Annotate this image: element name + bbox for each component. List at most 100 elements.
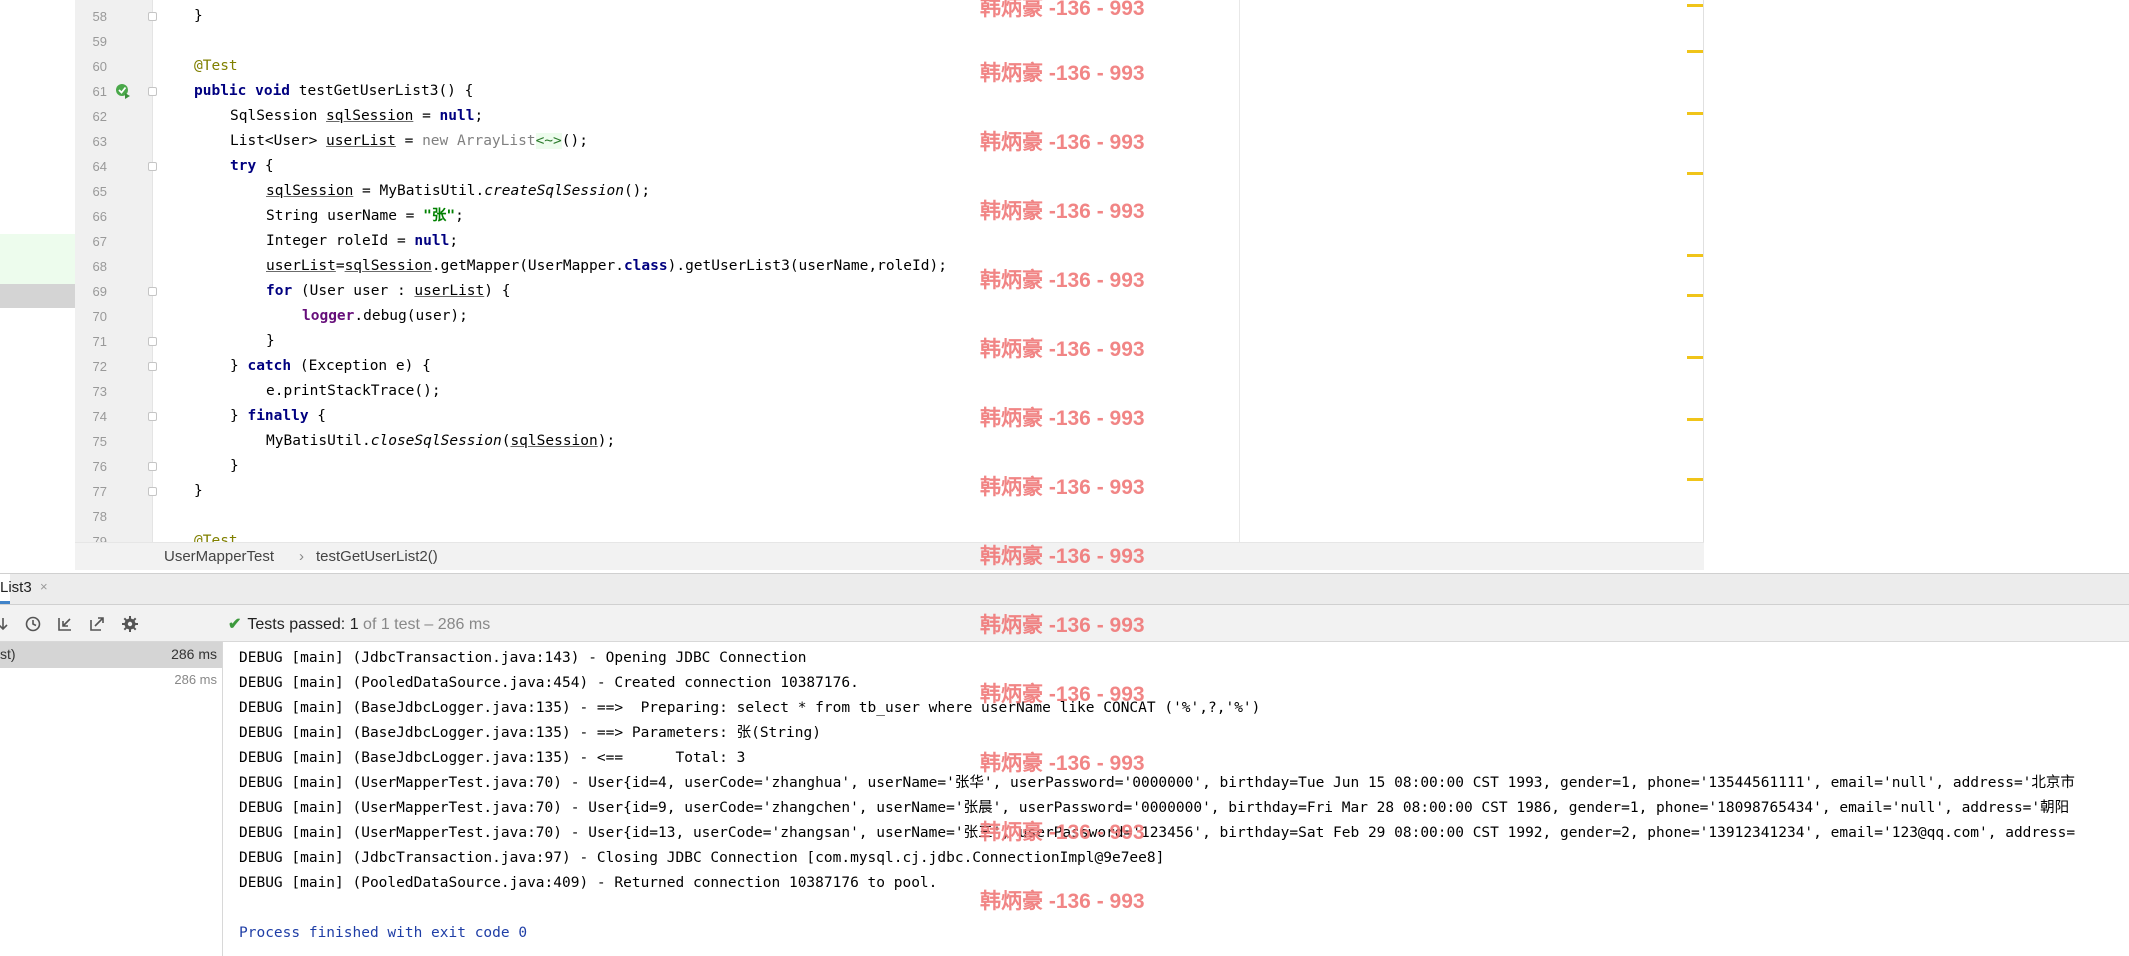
watermark-text: 韩炳豪 -136 - 993 bbox=[980, 269, 1145, 292]
line-number: 75 bbox=[92, 434, 107, 449]
code-line: Integer roleId = null; bbox=[266, 233, 459, 249]
breadcrumb: UserMapperTest › testGetUserList2() bbox=[75, 542, 1704, 570]
sort-down-icon[interactable] bbox=[0, 615, 12, 633]
test-tree-row[interactable]: 286 ms bbox=[0, 668, 222, 692]
line-number: 74 bbox=[92, 409, 107, 424]
code-line: MyBatisUtil.closeSqlSession(sqlSession); bbox=[266, 433, 616, 449]
line-number: 60 bbox=[92, 59, 107, 74]
line-number: 77 bbox=[92, 484, 107, 499]
line-number: 72 bbox=[92, 359, 107, 374]
code-line: } bbox=[194, 8, 203, 24]
watermark-text: 韩炳豪 -136 - 993 bbox=[980, 131, 1145, 154]
line-number: 70 bbox=[92, 309, 107, 324]
watermark-text: 韩炳豪 -136 - 993 bbox=[980, 821, 1145, 844]
line-number: 62 bbox=[92, 109, 107, 124]
test-duration: 286 ms bbox=[174, 672, 217, 687]
watermark-text: 韩炳豪 -136 - 993 bbox=[980, 752, 1145, 775]
watermark-text: 韩炳豪 -136 - 993 bbox=[980, 407, 1145, 430]
watermark-text: 韩炳豪 -136 - 993 bbox=[980, 200, 1145, 223]
watermark-text: 韩炳豪 -136 - 993 bbox=[980, 545, 1145, 568]
watermark-text: 韩炳豪 -136 - 993 bbox=[980, 338, 1145, 361]
console-line: DEBUG [main] (JdbcTransaction.java:97) -… bbox=[239, 850, 1165, 866]
watermark-text: 韩炳豪 -136 - 993 bbox=[980, 476, 1145, 499]
tab-run-config[interactable]: List3 × bbox=[0, 574, 48, 604]
line-number: 65 bbox=[92, 184, 107, 199]
line-number: 78 bbox=[92, 509, 107, 524]
scrollbar-warning-marker[interactable] bbox=[1687, 112, 1703, 115]
code-line: String userName = "张"; bbox=[266, 208, 464, 224]
console-exit-line: Process finished with exit code 0 bbox=[239, 925, 528, 941]
line-number: 66 bbox=[92, 209, 107, 224]
console-line: DEBUG [main] (BaseJdbcLogger.java:135) -… bbox=[239, 750, 746, 766]
line-number: 61 bbox=[92, 84, 107, 99]
test-results-tree[interactable]: st) 286 ms 286 ms bbox=[0, 642, 223, 956]
line-number: 76 bbox=[92, 459, 107, 474]
project-panel-highlight bbox=[0, 234, 75, 284]
console-output[interactable]: DEBUG [main] (JdbcTransaction.java:143) … bbox=[223, 642, 2129, 956]
line-number: 71 bbox=[92, 334, 107, 349]
breadcrumb-class[interactable]: UserMapperTest bbox=[164, 548, 274, 565]
project-panel-selection[interactable] bbox=[0, 284, 75, 308]
editor-right-border bbox=[1703, 0, 1704, 570]
console-line: DEBUG [main] (UserMapperTest.java:70) - … bbox=[239, 775, 2075, 791]
editor-gutter[interactable]: 58 59 60 61 62 63 64 65 66 67 68 69 70 7… bbox=[75, 0, 157, 549]
scrollbar-warning-marker[interactable] bbox=[1687, 172, 1703, 175]
status-detail: of 1 test – 286 ms bbox=[358, 616, 491, 633]
run-tab-bar: List3 × bbox=[0, 573, 2129, 605]
scrollbar-warning-marker[interactable] bbox=[1687, 294, 1703, 297]
breadcrumb-method[interactable]: testGetUserList2() bbox=[316, 548, 438, 565]
code-line: List<User> userList = new ArrayList<~>()… bbox=[230, 133, 588, 149]
gear-icon[interactable] bbox=[121, 615, 139, 633]
code-line: @Test bbox=[194, 58, 238, 74]
status-label: Tests passed: bbox=[247, 616, 350, 633]
code-line: public void testGetUserList3() { bbox=[194, 83, 474, 99]
watermark-text: 韩炳豪 -136 - 993 bbox=[980, 683, 1145, 706]
code-line: sqlSession = MyBatisUtil.createSqlSessio… bbox=[266, 183, 651, 199]
code-line: } bbox=[266, 333, 275, 349]
line-number: 64 bbox=[92, 159, 107, 174]
import-results-icon[interactable] bbox=[56, 615, 74, 633]
close-icon[interactable]: × bbox=[40, 579, 48, 594]
watermark-text: 韩炳豪 -136 - 993 bbox=[980, 0, 1145, 20]
tab-label: List3 bbox=[0, 579, 32, 596]
code-line: } bbox=[194, 483, 203, 499]
code-line: logger.debug(user); bbox=[302, 308, 468, 324]
code-line: } bbox=[230, 458, 239, 474]
code-line: try { bbox=[230, 158, 274, 174]
line-number: 73 bbox=[92, 384, 107, 399]
line-number: 67 bbox=[92, 234, 107, 249]
code-line: userList=sqlSession.getMapper(UserMapper… bbox=[266, 258, 947, 274]
scrollbar-warning-marker[interactable] bbox=[1687, 4, 1703, 7]
run-test-icon[interactable] bbox=[115, 83, 131, 99]
line-number: 58 bbox=[92, 9, 107, 24]
watermark-text: 韩炳豪 -136 - 993 bbox=[980, 614, 1145, 637]
test-duration: 286 ms bbox=[171, 646, 217, 662]
console-line: DEBUG [main] (JdbcTransaction.java:143) … bbox=[239, 650, 807, 666]
test-tree-row-selected[interactable]: st) 286 ms bbox=[0, 642, 222, 668]
export-results-icon[interactable] bbox=[88, 615, 106, 633]
test-status: ✔ Tests passed: 1 of 1 test – 286 ms bbox=[228, 614, 490, 634]
line-number: 59 bbox=[92, 34, 107, 49]
code-line: e.printStackTrace(); bbox=[266, 383, 441, 399]
console-line: DEBUG [main] (PooledDataSource.java:409)… bbox=[239, 875, 938, 891]
test-name: st) bbox=[0, 646, 16, 662]
status-count: 1 bbox=[349, 616, 359, 633]
code-line: } finally { bbox=[230, 408, 327, 424]
line-number: 69 bbox=[92, 284, 107, 299]
code-line: } catch (Exception e) { bbox=[230, 358, 431, 374]
right-margin-guide bbox=[1239, 0, 1240, 542]
console-line: DEBUG [main] (PooledDataSource.java:454)… bbox=[239, 675, 859, 691]
scrollbar-warning-marker[interactable] bbox=[1687, 418, 1703, 421]
code-line: SqlSession sqlSession = null; bbox=[230, 108, 484, 124]
watermark-text: 韩炳豪 -136 - 993 bbox=[980, 890, 1145, 913]
scrollbar-warning-marker[interactable] bbox=[1687, 356, 1703, 359]
scrollbar-warning-marker[interactable] bbox=[1687, 478, 1703, 481]
scrollbar-warning-marker[interactable] bbox=[1687, 254, 1703, 257]
code-line: for (User user : userList) { bbox=[266, 283, 511, 299]
breadcrumb-separator: › bbox=[299, 548, 304, 565]
line-number: 68 bbox=[92, 259, 107, 274]
console-line: DEBUG [main] (UserMapperTest.java:70) - … bbox=[239, 800, 2070, 816]
scrollbar-warning-marker[interactable] bbox=[1687, 50, 1703, 53]
console-line: DEBUG [main] (BaseJdbcLogger.java:135) -… bbox=[239, 725, 821, 741]
history-icon[interactable] bbox=[24, 615, 42, 633]
